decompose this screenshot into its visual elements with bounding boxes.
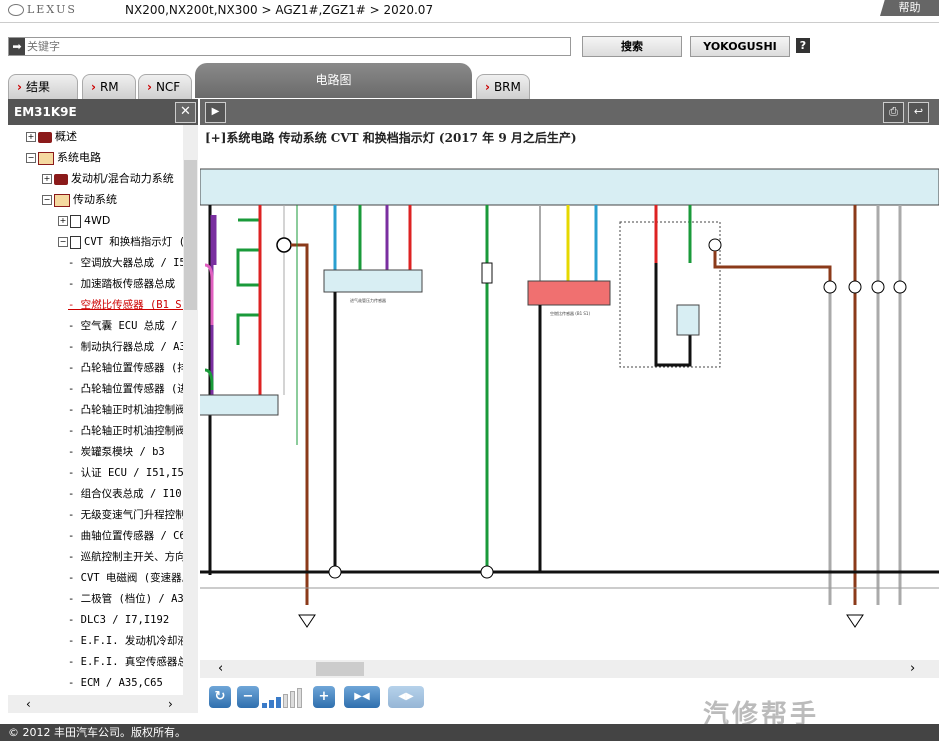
tree-leaf[interactable]: - 曲轴位置传感器 / C6 [68,526,183,546]
scroll-right-icon[interactable]: › [910,661,915,676]
lexus-logo: LEXUS [8,3,77,16]
collapse-icon[interactable]: − [58,237,68,247]
tree-leaf[interactable]: - 凸轮轴位置传感器 (排 [68,358,183,378]
navigate-icon[interactable]: ◀▶ [388,686,424,708]
connector-bar [200,168,939,206]
scroll-left-icon[interactable]: ‹ [218,661,223,676]
print-icon[interactable]: ⎙ [883,102,904,123]
scroll-left-icon[interactable]: ‹ [26,697,31,711]
zoom-level-bar[interactable] [262,686,312,708]
tree-leaf[interactable]: - CVT 电磁阀 (变速器总 [68,568,183,588]
arrow-icon: › [91,80,96,94]
refresh-icon[interactable]: ↻ [209,686,231,708]
tree-item-4wd[interactable]: +4WD [58,211,110,231]
footer: © 2012 丰田汽车公司。版权所有。 [0,724,939,741]
tab-wiring-diagram[interactable]: 电路图 [195,63,472,98]
tree-leaf[interactable]: - 凸轮轴正时机油控制阀 [68,400,183,420]
copyright: © 2012 丰田汽车公司。版权所有。 [8,726,186,739]
diagram-horizontal-scrollbar[interactable]: ‹ › [200,660,939,678]
wiring-diagram[interactable]: 进气歧管压力传感器 空燃比传感器 (B1 S1) [200,145,939,655]
tab-rm[interactable]: › RM [82,74,136,99]
document-icon [70,235,81,249]
tree-leaf[interactable]: - 炭罐泵模块 / b3 [68,442,165,462]
return-icon[interactable]: ↩ [908,102,929,123]
tree-leaf[interactable]: - 空气囊 ECU 总成 / I [68,316,183,336]
tree-leaf[interactable]: - 凸轮轴位置传感器 (进 [68,379,183,399]
zoom-in-icon[interactable]: + [313,686,335,708]
tree-leaf[interactable]: - 巡航控制主开关、方向 [68,547,183,567]
arrow-icon: › [485,80,490,94]
tree-item-cvt[interactable]: − CVT 和换档指示灯 ( [58,232,183,252]
tree-scroll-thumb[interactable] [184,160,197,310]
tree-item-drivetrain[interactable]: − 传动系统 [42,190,117,210]
collapse-icon[interactable]: − [42,195,52,205]
search-input[interactable] [27,38,567,55]
tree-leaf[interactable]: - 加速踏板传感器总成 [68,274,175,294]
yokogushi-button[interactable]: YOKOGUSHI [690,36,790,57]
tree-horizontal-scrollbar[interactable]: ‹ › [8,695,198,713]
expand-icon[interactable]: + [42,174,52,184]
tree-leaf[interactable]: - 组合仪表总成 / I10 [68,484,182,504]
tab-results[interactable]: › 结果 [8,74,78,99]
document-icon [70,214,81,228]
collapse-icon[interactable]: − [26,153,36,163]
svg-text:空燃比传感器 (B1 S1): 空燃比传感器 (B1 S1) [550,310,590,316]
tree-leaf[interactable]: - 二极管 (档位) / A3 [68,589,183,609]
tree-leaf[interactable]: - E.F.I. 真空传感器总 [68,652,183,672]
arrow-icon: › [147,80,152,94]
expand-icon[interactable]: + [26,132,36,142]
tree-item-overview[interactable]: + 概述 [26,127,77,147]
fit-page-icon[interactable]: ▶◀ [344,686,380,708]
open-book-icon [38,151,54,165]
close-icon[interactable]: ✕ [175,102,196,123]
arrow-right-icon: ➡ [9,38,25,55]
diagram-title: [+]系统电路 传动系统 CVT 和换档指示灯 (2017 年 9 月之后生产) [205,131,577,145]
tree-leaf[interactable]: - DLC3 / I7,I192 [68,610,169,630]
play-icon[interactable]: ▶ [205,102,226,123]
search-box: ➡ [8,37,571,56]
tree-leaf[interactable]: - 凸轮轴正时机油控制阀 [68,421,183,441]
arrow-icon: › [17,80,22,94]
zoom-out-icon[interactable]: − [237,686,259,708]
book-icon [54,173,68,185]
tab-brm[interactable]: › BRM [476,74,530,99]
tab-ncf[interactable]: › NCF [138,74,192,99]
tree-leaf[interactable]: - ECM / A35,C65 [68,673,163,693]
left-panel-title: EM31K9E [14,105,77,119]
help-question-icon[interactable]: ? [796,38,810,53]
scroll-right-icon[interactable]: › [168,697,173,711]
open-book-icon [54,193,70,207]
diagram-header [200,99,939,125]
tree-item-engine[interactable]: + 发动机/混合动力系统 [42,169,174,189]
nav-tree: + 概述 − 系统电路 + 发动机/混合动力系统 − 传动系统 +4WD − CVT 和换… [8,125,183,695]
svg-text:进气歧管压力传感器: 进气歧管压力传感器 [350,297,386,303]
tree-item-system-circuit[interactable]: − 系统电路 [26,148,101,168]
breadcrumb: NX200,NX200t,NX300 > AGZ1#,ZGZ1# > 2020.… [125,3,434,17]
book-icon [38,131,52,143]
expand-icon[interactable]: + [58,216,68,226]
tree-leaf[interactable]: - 无级变速气门升程控制 [68,505,183,525]
search-button[interactable]: 搜索 [582,36,682,57]
tree-leaf[interactable]: - 制动执行器总成 / A3 [68,337,183,357]
diagram-scroll-thumb[interactable] [316,662,364,676]
tree-leaf[interactable]: - E.F.I. 发动机冷却液 [68,631,183,651]
help-button[interactable]: 帮助 [880,0,939,16]
tree-leaf[interactable]: - 认证 ECU / I51,I53 [68,463,183,483]
tree-leaf-selected[interactable]: - 空燃比传感器 (B1 S1 [68,295,183,315]
tree-leaf[interactable]: - 空调放大器总成 / I5 [68,253,183,273]
lexus-emblem-icon [8,4,24,16]
